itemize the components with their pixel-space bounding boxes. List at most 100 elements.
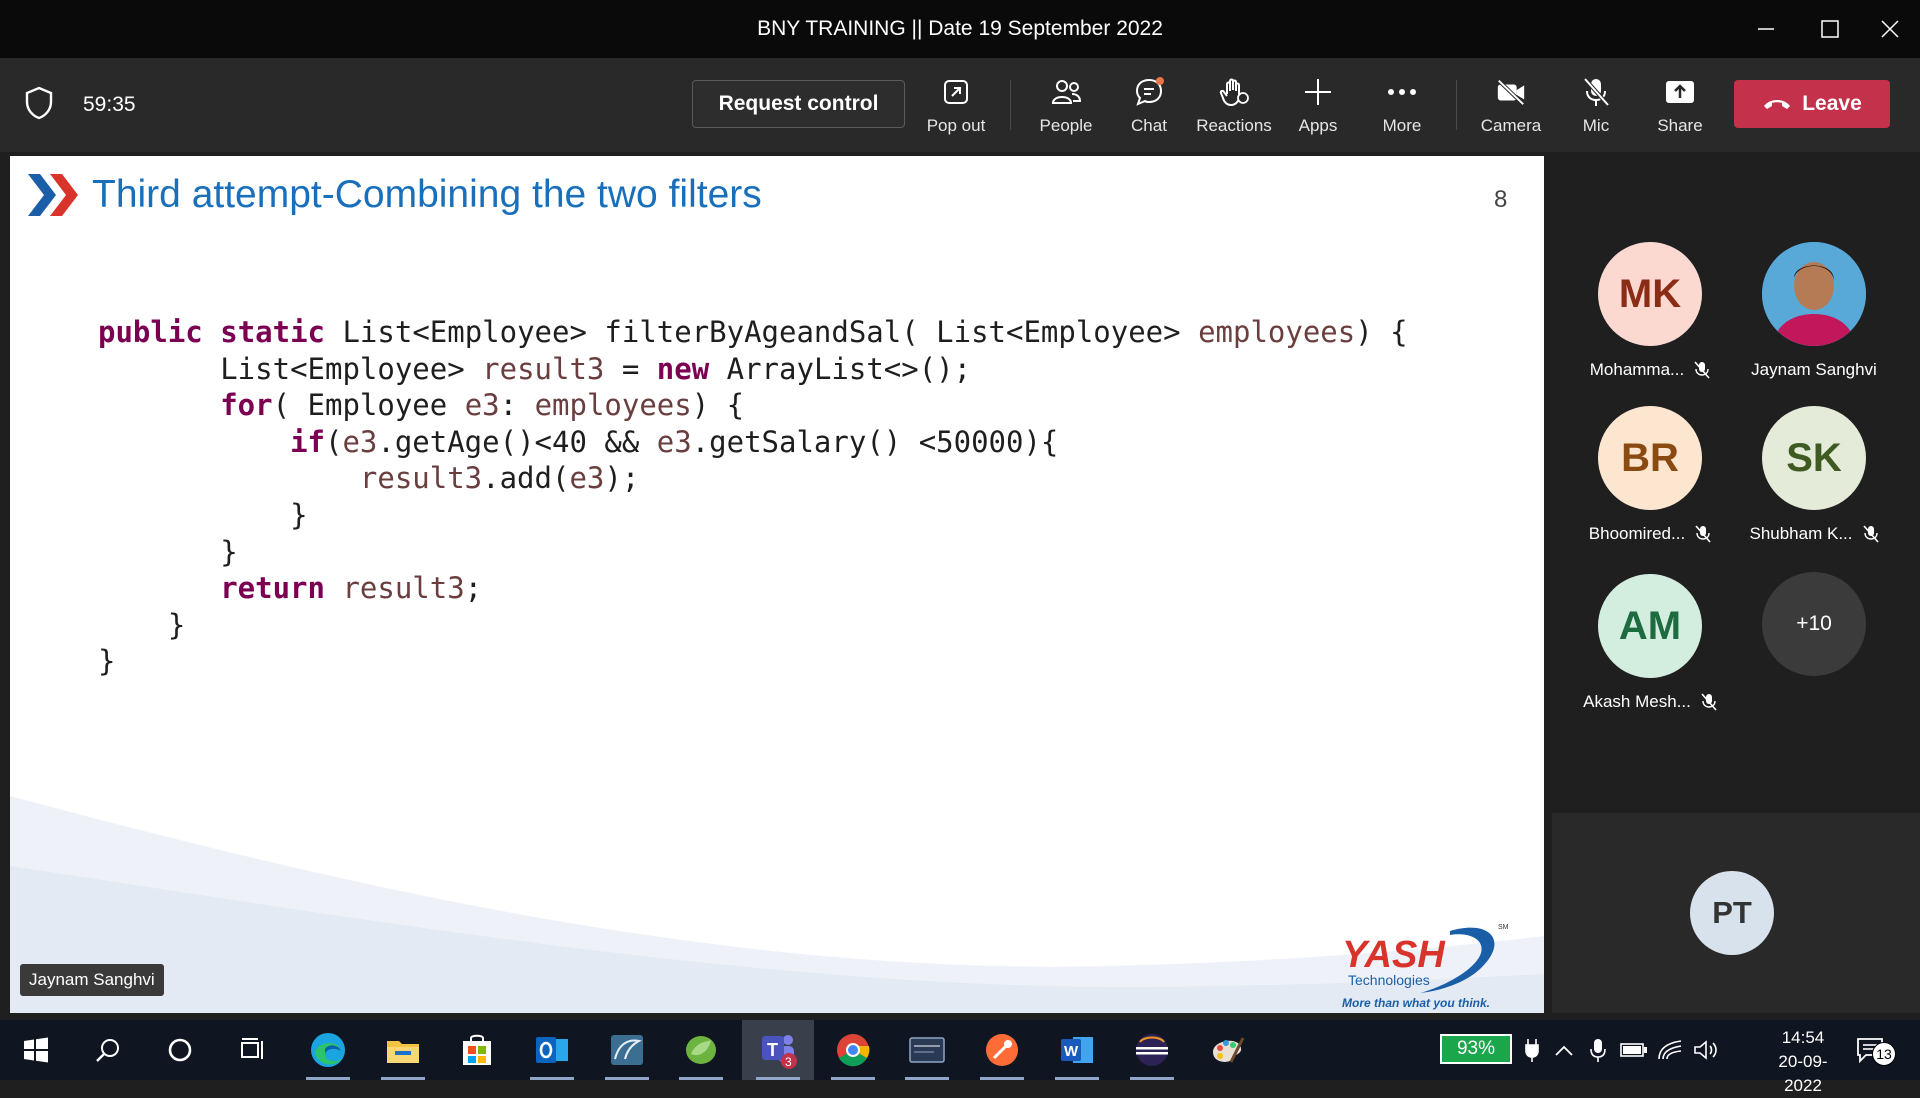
mysql-icon [909,1037,945,1063]
chat-button[interactable]: Chat [1104,76,1194,140]
participant-tile[interactable]: SK Shubham K... [1732,406,1896,544]
code-block: public static List<Employee> filterByAge… [98,314,1408,680]
search-button[interactable] [72,1020,144,1080]
code-token: return [220,571,325,606]
code-line: result3.add(e3); [98,460,1408,497]
mic-off-icon [1580,76,1612,108]
yash-logo-text: YASH [1342,934,1446,976]
popout-button[interactable]: Pop out [911,76,1001,140]
chevron-up-icon[interactable] [1550,1036,1578,1064]
code-token: result3 [342,571,465,606]
people-button[interactable]: People [1021,76,1111,140]
avatar [1762,242,1866,346]
file-explorer-icon [387,1041,419,1063]
mic-off-icon [1694,361,1710,379]
hand-icon [1218,76,1250,108]
participant-tile[interactable]: Jaynam Sanghvi [1732,242,1896,380]
apps-button[interactable]: Apps [1273,76,1363,140]
participant-name: Jaynam Sanghvi [1751,360,1877,379]
code-token: ( [901,315,919,349]
minimize-button[interactable] [1736,0,1796,58]
code-token: result3 [482,351,605,386]
taskbar-file-explorer[interactable] [367,1020,439,1080]
code-token: > [569,315,587,349]
share-button[interactable]: Share [1635,76,1725,140]
share-label: Share [1657,116,1703,135]
taskbar-mysql-workbench[interactable] [591,1020,663,1080]
close-icon [1881,20,1899,38]
power-plug-icon[interactable] [1518,1036,1546,1064]
camera-off-icon [1495,76,1527,108]
windows-start-icon [24,1037,48,1063]
taskbar-mysql[interactable] [891,1020,963,1080]
mic-off-icon [1701,693,1717,711]
start-button[interactable] [0,1020,72,1080]
code-token: getSalary [709,424,867,459]
volume-icon[interactable] [1692,1036,1720,1064]
code-token: <>(); [883,351,972,386]
window-title: BNY TRAINING || Date 19 September 2022 [757,17,1163,40]
code-token: . [691,424,710,459]
close-button[interactable] [1860,0,1920,58]
system-clock[interactable]: 14:54 20-09-2022 [1760,1026,1846,1098]
chrome-icon [837,1034,870,1067]
task-view-button[interactable] [216,1020,288,1080]
mic-button[interactable]: Mic [1551,76,1641,140]
code-token: && [604,424,640,459]
taskbar-outlook[interactable] [516,1020,588,1080]
leave-button[interactable]: Leave [1734,80,1890,128]
participant-photo [1762,242,1866,346]
maximize-button[interactable] [1800,0,1860,58]
request-control-button[interactable]: Request control [692,80,905,128]
code-token: ( [324,424,343,459]
code-token: } [98,644,116,679]
more-participants-button[interactable]: +10 [1732,572,1896,676]
taskbar-edge[interactable] [292,1020,364,1080]
microphone-icon[interactable] [1584,1036,1612,1064]
wifi-icon[interactable] [1656,1036,1684,1064]
participant-tile[interactable]: AM Akash Mesh... [1568,574,1732,712]
taskbar-teams[interactable]: T3 [742,1020,814,1080]
reactions-button[interactable]: Reactions [1189,76,1279,140]
more-label: More [1382,116,1422,135]
taskbar-paint[interactable] [1191,1020,1263,1080]
code-line: } [98,643,1408,680]
taskbar-postman[interactable] [966,1020,1038,1080]
taskbar-word[interactable]: W [1041,1020,1113,1080]
shield-icon[interactable] [24,86,54,125]
cortana-button[interactable] [144,1020,216,1080]
code-line: } [98,534,1408,571]
task-view-icon [241,1038,263,1059]
code-token: List [342,315,413,349]
camera-button[interactable]: Camera [1466,76,1556,140]
maximize-icon [1821,20,1839,38]
battery-icon[interactable] [1620,1036,1648,1064]
participant-tile[interactable]: BR Bhoomired... [1568,406,1732,544]
search-icon [96,1039,119,1062]
self-video-tile[interactable]: PT [1552,813,1920,1013]
taskbar-spring-tools[interactable] [665,1020,737,1080]
taskbar-store[interactable] [441,1020,513,1080]
meeting-timer: 59:35 [83,93,136,116]
code-token: e3 [656,424,692,459]
slide-title: Third attempt-Combining the two filters [92,173,762,216]
teams-badge: 3 [785,1055,792,1069]
taskbar-eclipse[interactable] [1116,1020,1188,1080]
participant-tile[interactable]: MK Mohamma... [1568,242,1732,380]
code-token: ArrayList [726,351,884,386]
apps-label: Apps [1298,116,1338,135]
code-token: e3 [569,461,605,496]
participant-name: Shubham K... [1749,524,1853,543]
more-button[interactable]: More [1357,76,1447,140]
taskbar-chrome[interactable] [817,1020,889,1080]
battery-indicator[interactable]: 93% [1440,1034,1512,1064]
code-line: } [98,607,1408,644]
code-token: static [220,315,325,349]
code-token: <50000){ [918,424,1059,459]
mic-off-icon [1695,525,1711,543]
